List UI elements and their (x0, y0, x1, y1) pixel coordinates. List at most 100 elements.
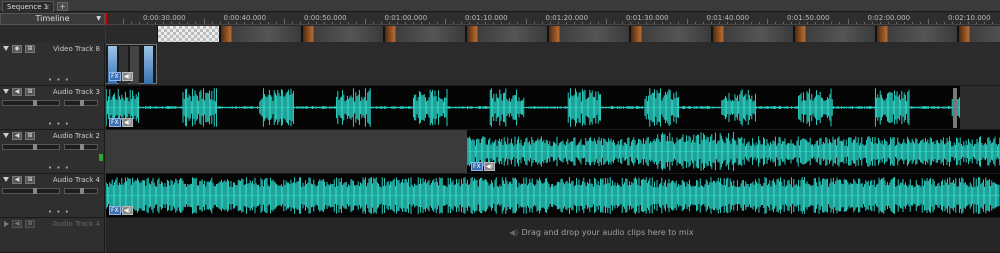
playhead-line (105, 25, 106, 253)
speaker-icon[interactable]: ◀) (484, 162, 495, 171)
ruler-tick (493, 22, 494, 24)
ruler-tick (710, 22, 712, 24)
ruler-tick (863, 22, 865, 24)
ruler-tick (284, 19, 285, 24)
drop-hint: ◀) Drag and drop your audio clips here t… (509, 228, 694, 237)
expand-triangle-icon[interactable] (3, 177, 9, 182)
track-resize-handle[interactable]: • • • (48, 120, 70, 128)
ruler-tick (775, 22, 776, 24)
ruler-tick-label: 0:01:40.000 (706, 14, 750, 22)
pan-slider[interactable] (64, 144, 98, 150)
video-thumbnail (548, 26, 630, 42)
ruler-tick (847, 19, 849, 24)
track-resize-handle[interactable]: • • • (48, 208, 70, 216)
link-icon[interactable]: ⊞ (25, 132, 35, 140)
video-thumbnail (302, 26, 384, 42)
ruler-tick (436, 22, 438, 24)
expand-triangle-icon[interactable] (3, 89, 9, 94)
ruler-tick (565, 22, 567, 24)
ruler-tick (243, 22, 245, 24)
ruler-tick (485, 22, 486, 24)
tab-sequence-1[interactable]: Sequence 1 × (2, 1, 54, 12)
track-resize-handle[interactable]: • • • (48, 164, 70, 172)
speaker-icon[interactable]: ◀) (122, 118, 133, 127)
video-thumbnail (220, 26, 302, 42)
lane-video-8[interactable]: FX ◀) (105, 43, 1000, 86)
collapse-triangle-icon[interactable] (4, 221, 9, 227)
ruler-tick (678, 22, 679, 24)
fx-icon[interactable]: FX (471, 162, 483, 171)
pan-slider[interactable] (64, 188, 98, 194)
lane-audio-2[interactable]: FX ◀) (105, 130, 1000, 174)
time-ruler[interactable]: 0:00:30.000 0:00:40.000 0:00:50.000 0:01:00… (105, 13, 1000, 25)
eye-icon[interactable]: ◉ (12, 45, 22, 53)
ruler-tick (356, 22, 357, 24)
link-icon[interactable]: ⊞ (25, 88, 35, 96)
track-resize-handle[interactable]: • • • (48, 76, 70, 84)
ruler-tick (960, 22, 961, 24)
ruler-tick (694, 22, 696, 24)
clip-end-marker[interactable] (953, 88, 957, 128)
track-header-video-8: ◉ ⊞ Video Track 8 • • • (0, 43, 105, 86)
ruler-tick (992, 22, 993, 24)
audio-clip[interactable]: FX ◀) (467, 130, 1000, 173)
ruler-tick (227, 22, 229, 24)
ruler-tick (928, 19, 929, 24)
ruler-tick (936, 22, 937, 24)
link-icon[interactable]: ⊞ (25, 45, 35, 53)
speaker-icon[interactable]: ◀ (12, 176, 22, 184)
ruler-tick (791, 22, 792, 24)
ruler-tick (131, 22, 132, 24)
expand-triangle-icon[interactable] (3, 46, 9, 51)
ruler-tick (783, 22, 784, 24)
fx-icon[interactable]: FX (109, 206, 121, 215)
fx-icon[interactable]: FX (109, 118, 121, 127)
ruler-tick (316, 22, 317, 24)
volume-slider[interactable] (2, 144, 60, 150)
link-icon[interactable]: ⊞ (25, 176, 35, 184)
ruler-tick (968, 22, 969, 24)
ruler-tick (541, 22, 543, 24)
ruler-tick (742, 22, 744, 24)
expand-triangle-icon[interactable] (3, 133, 9, 138)
ruler-tick-label: 0:00:40.000 (223, 14, 267, 22)
ruler-tick (509, 22, 510, 24)
timeline-dropdown[interactable]: Timeline ▼ (0, 13, 105, 25)
ruler-tick (734, 22, 736, 24)
lane-audio-3[interactable]: FX ◀) (105, 86, 1000, 130)
fx-icon[interactable]: FX (109, 72, 121, 81)
video-clip[interactable]: FX ◀) (105, 44, 157, 84)
ruler-tick (372, 22, 374, 24)
ruler-tick (646, 22, 647, 24)
audio-clip[interactable]: FX ◀) (105, 174, 1000, 217)
pan-slider[interactable] (64, 100, 98, 106)
speaker-icon[interactable]: ◀) (122, 206, 133, 215)
video-thumbnail (157, 26, 220, 42)
ruler-tick-label: 0:01:30.000 (626, 14, 669, 22)
speaker-icon[interactable]: ◀ (12, 88, 22, 96)
lane-audio-4[interactable]: FX ◀) (105, 174, 1000, 218)
speaker-icon[interactable]: ◀ (12, 132, 22, 140)
audio-clip[interactable]: FX ◀) (105, 86, 960, 129)
speaker-icon[interactable]: ◀) (122, 72, 133, 81)
ruler-tick (630, 22, 631, 24)
playhead-handle[interactable] (105, 13, 107, 25)
ruler-tick (919, 22, 921, 24)
ruler-tick (219, 22, 221, 24)
ruler-tick (533, 22, 535, 24)
ruler-tick (461, 22, 462, 24)
ruler-tick (702, 22, 704, 24)
tab-bar: Sequence 1 × + (0, 0, 1000, 12)
speaker-icon[interactable]: ◀ (12, 220, 22, 228)
tab-label: Sequence 1 (7, 3, 49, 11)
add-tab-button[interactable]: + (57, 2, 68, 11)
lane-drop-zone[interactable]: ◀) Drag and drop your audio clips here t… (105, 218, 1000, 253)
volume-slider[interactable] (2, 100, 60, 106)
ruler-tick (396, 22, 398, 24)
close-icon[interactable]: × (44, 2, 50, 12)
ruler-tick (420, 22, 422, 24)
track-name: Audio Track 2 (52, 132, 100, 140)
ruler-tick (251, 22, 253, 24)
volume-slider[interactable] (2, 188, 60, 194)
link-icon[interactable]: ⊞ (25, 220, 35, 228)
